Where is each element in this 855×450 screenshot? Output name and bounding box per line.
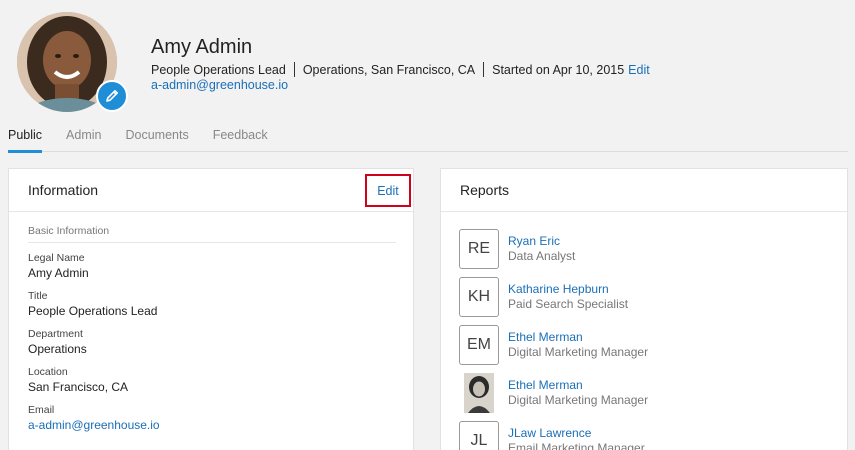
tab-feedback[interactable]: Feedback <box>213 128 268 152</box>
report-item: KH Katharine Hepburn Paid Search Special… <box>459 273 847 321</box>
report-name-link[interactable]: Ethel Merman <box>508 378 648 393</box>
report-name-link[interactable]: Ethel Merman <box>508 330 648 345</box>
divider <box>293 62 295 77</box>
profile-location: Operations, San Francisco, CA <box>302 62 476 77</box>
report-job-title: Email Marketing Manager <box>508 441 645 450</box>
pencil-icon <box>106 90 118 102</box>
information-heading: Information <box>9 169 413 212</box>
email-link[interactable]: a-admin@greenhouse.io <box>28 417 394 433</box>
report-item: RE Ryan Eric Data Analyst <box>459 225 847 273</box>
field-value: Amy Admin <box>28 266 89 280</box>
profile-meta: People Operations Lead Operations, San F… <box>151 62 650 77</box>
field-label: Email <box>28 404 55 416</box>
tab-admin[interactable]: Admin <box>66 128 101 152</box>
profile-email-link[interactable]: a-admin@greenhouse.io <box>151 78 288 92</box>
profile-avatar-wrap <box>17 12 128 112</box>
divider <box>483 62 485 77</box>
report-job-title: Digital Marketing Manager <box>508 393 649 407</box>
report-name-link[interactable]: Katharine Hepburn <box>508 282 628 297</box>
edit-information-button[interactable]: Edit <box>365 174 411 207</box>
report-job-title: Paid Search Specialist <box>508 297 629 311</box>
profile-title: People Operations Lead <box>151 62 286 77</box>
report-item: JL JLaw Lawrence Email Marketing Manager <box>459 417 847 450</box>
report-name-link[interactable]: Ryan Eric <box>508 234 575 249</box>
field-value: Operations <box>28 342 87 356</box>
initials-avatar: JL <box>459 421 499 450</box>
tab-documents[interactable]: Documents <box>125 128 188 152</box>
edit-photo-button[interactable] <box>96 80 128 112</box>
field-title: Title People Operations Lead <box>28 290 394 319</box>
report-job-title: Digital Marketing Manager <box>508 345 649 359</box>
report-job-title: Data Analyst <box>508 249 576 263</box>
report-name-link[interactable]: JLaw Lawrence <box>508 426 645 441</box>
initials-avatar: KH <box>459 277 499 317</box>
initials-avatar: EM <box>459 325 499 365</box>
information-panel: Information Edit Basic Information Legal… <box>8 168 414 450</box>
field-location: Location San Francisco, CA <box>28 366 394 395</box>
edit-profile-link[interactable]: Edit <box>628 63 650 77</box>
section-label-basic-information: Basic Information <box>28 225 396 243</box>
profile-tabs: Public Admin Documents Feedback <box>8 128 848 153</box>
field-label: Title <box>28 290 48 302</box>
field-value: San Francisco, CA <box>28 380 129 394</box>
reports-panel: Reports RE Ryan Eric Data Analyst KH Kat… <box>440 168 848 450</box>
field-department: Department Operations <box>28 328 394 357</box>
profile-name: Amy Admin <box>151 36 253 58</box>
reports-heading: Reports <box>441 169 847 212</box>
report-item: EM Ethel Merman Digital Marketing Manage… <box>459 321 847 369</box>
field-label: Department <box>28 328 83 340</box>
field-label: Legal Name <box>28 252 85 264</box>
initials-avatar: RE <box>459 229 499 269</box>
field-value: People Operations Lead <box>28 304 158 318</box>
field-email: Email a-admin@greenhouse.io <box>28 404 394 433</box>
profile-start-date: Started on Apr 10, 2015 <box>492 62 625 77</box>
tab-public[interactable]: Public <box>8 128 43 153</box>
report-item: Ethel Merman Digital Marketing Manager <box>459 369 847 417</box>
field-label: Location <box>28 366 68 378</box>
photo-avatar <box>464 373 494 413</box>
field-legal-name: Legal Name Amy Admin <box>28 252 394 281</box>
